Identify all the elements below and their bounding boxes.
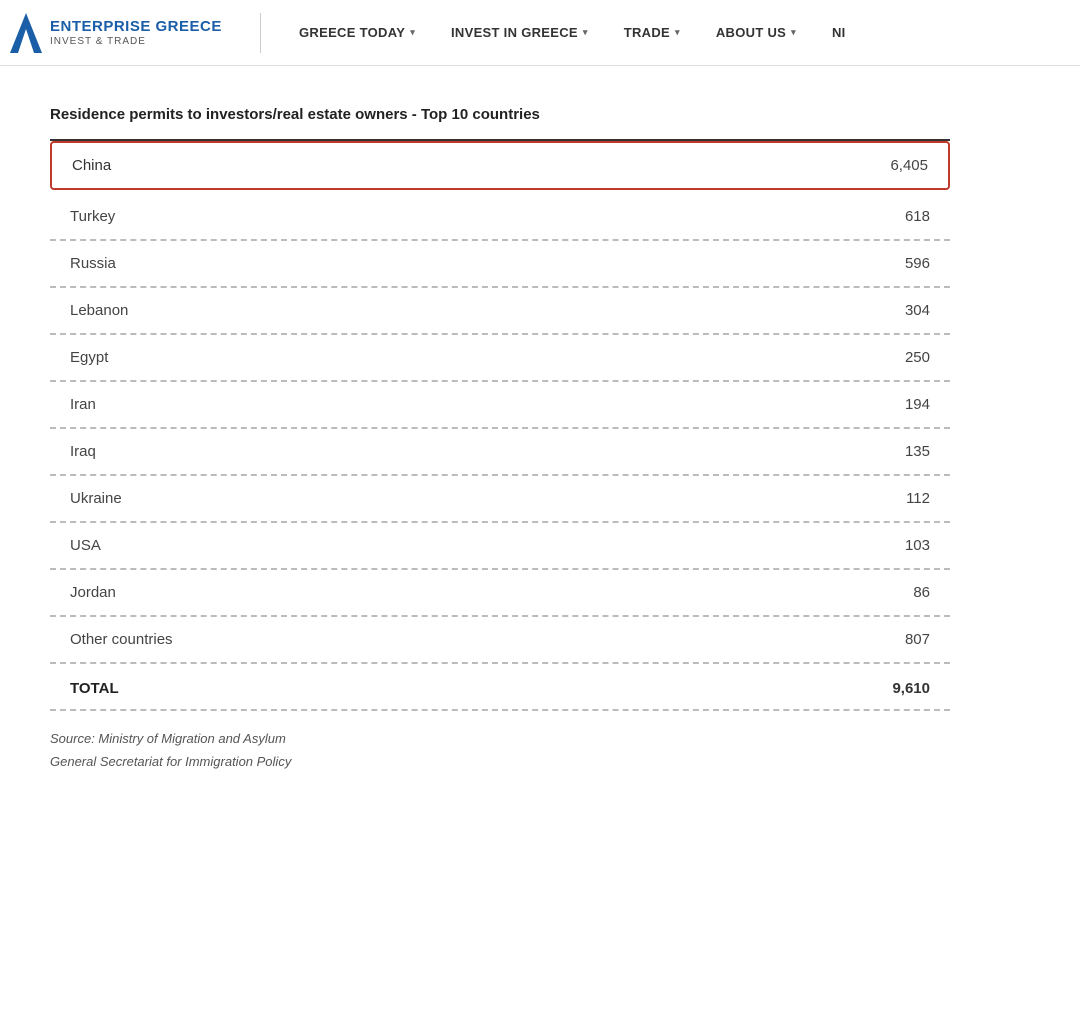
row-country: Other countries bbox=[70, 631, 173, 648]
chevron-down-icon: ▾ bbox=[410, 27, 415, 38]
header: ENTERPRISE GREECE INVEST & TRADE GREECE … bbox=[0, 0, 1080, 66]
row-country: Egypt bbox=[70, 349, 108, 366]
logo-line1: ENTERPRISE GREECE bbox=[50, 18, 222, 36]
main-content: Residence permits to investors/real esta… bbox=[0, 66, 1000, 814]
highlighted-country: China bbox=[72, 157, 111, 174]
row-value: 194 bbox=[905, 396, 930, 413]
source-line-2: General Secretariat for Immigration Poli… bbox=[50, 750, 950, 773]
row-value: 103 bbox=[905, 537, 930, 554]
row-value: 304 bbox=[905, 302, 930, 319]
header-divider bbox=[260, 13, 261, 53]
logo[interactable]: ENTERPRISE GREECE INVEST & TRADE bbox=[10, 13, 240, 53]
data-rows: Turkey 618 Russia 596 Lebanon 304 Egypt … bbox=[50, 194, 950, 664]
row-value: 86 bbox=[913, 584, 930, 601]
source-line-1: Source: Ministry of Migration and Asylum bbox=[50, 727, 950, 750]
total-value: 9,610 bbox=[892, 680, 930, 697]
total-label: TOTAL bbox=[70, 680, 119, 697]
list-item: Ukraine 112 bbox=[50, 476, 950, 523]
chart-title: Residence permits to investors/real esta… bbox=[50, 106, 950, 123]
row-country: Turkey bbox=[70, 208, 115, 225]
row-country: Jordan bbox=[70, 584, 116, 601]
list-item: Russia 596 bbox=[50, 241, 950, 288]
logo-icon bbox=[10, 13, 42, 53]
nav-greece-today[interactable]: GREECE TODAY ▾ bbox=[281, 0, 433, 66]
row-country: Russia bbox=[70, 255, 116, 272]
chevron-down-icon: ▾ bbox=[583, 27, 588, 38]
list-item: Iran 194 bbox=[50, 382, 950, 429]
row-value: 250 bbox=[905, 349, 930, 366]
row-country: Lebanon bbox=[70, 302, 128, 319]
row-country: Iran bbox=[70, 396, 96, 413]
row-value: 135 bbox=[905, 443, 930, 460]
row-country: USA bbox=[70, 537, 101, 554]
chevron-down-icon: ▾ bbox=[675, 27, 680, 38]
total-row: TOTAL 9,610 bbox=[50, 664, 950, 711]
highlighted-row-china: China 6,405 bbox=[50, 141, 950, 190]
list-item: USA 103 bbox=[50, 523, 950, 570]
list-item: Iraq 135 bbox=[50, 429, 950, 476]
main-nav: GREECE TODAY ▾ INVEST IN GREECE ▾ TRADE … bbox=[281, 0, 864, 65]
source-text: Source: Ministry of Migration and Asylum… bbox=[50, 727, 950, 774]
list-item: Jordan 86 bbox=[50, 570, 950, 617]
nav-ni[interactable]: NI bbox=[814, 0, 864, 66]
list-item: Lebanon 304 bbox=[50, 288, 950, 335]
row-value: 618 bbox=[905, 208, 930, 225]
row-value: 596 bbox=[905, 255, 930, 272]
row-country: Iraq bbox=[70, 443, 96, 460]
row-value: 807 bbox=[905, 631, 930, 648]
list-item: Turkey 618 bbox=[50, 194, 950, 241]
row-country: Ukraine bbox=[70, 490, 122, 507]
nav-invest-in-greece[interactable]: INVEST IN GREECE ▾ bbox=[433, 0, 606, 66]
list-item: Egypt 250 bbox=[50, 335, 950, 382]
nav-about-us[interactable]: ABOUT US ▾ bbox=[698, 0, 814, 66]
logo-line2: INVEST & TRADE bbox=[50, 36, 222, 47]
list-item: Other countries 807 bbox=[50, 617, 950, 664]
nav-trade[interactable]: TRADE ▾ bbox=[606, 0, 698, 66]
highlighted-value: 6,405 bbox=[890, 157, 928, 174]
row-value: 112 bbox=[906, 490, 930, 507]
logo-text: ENTERPRISE GREECE INVEST & TRADE bbox=[50, 18, 222, 47]
chevron-down-icon: ▾ bbox=[791, 27, 796, 38]
